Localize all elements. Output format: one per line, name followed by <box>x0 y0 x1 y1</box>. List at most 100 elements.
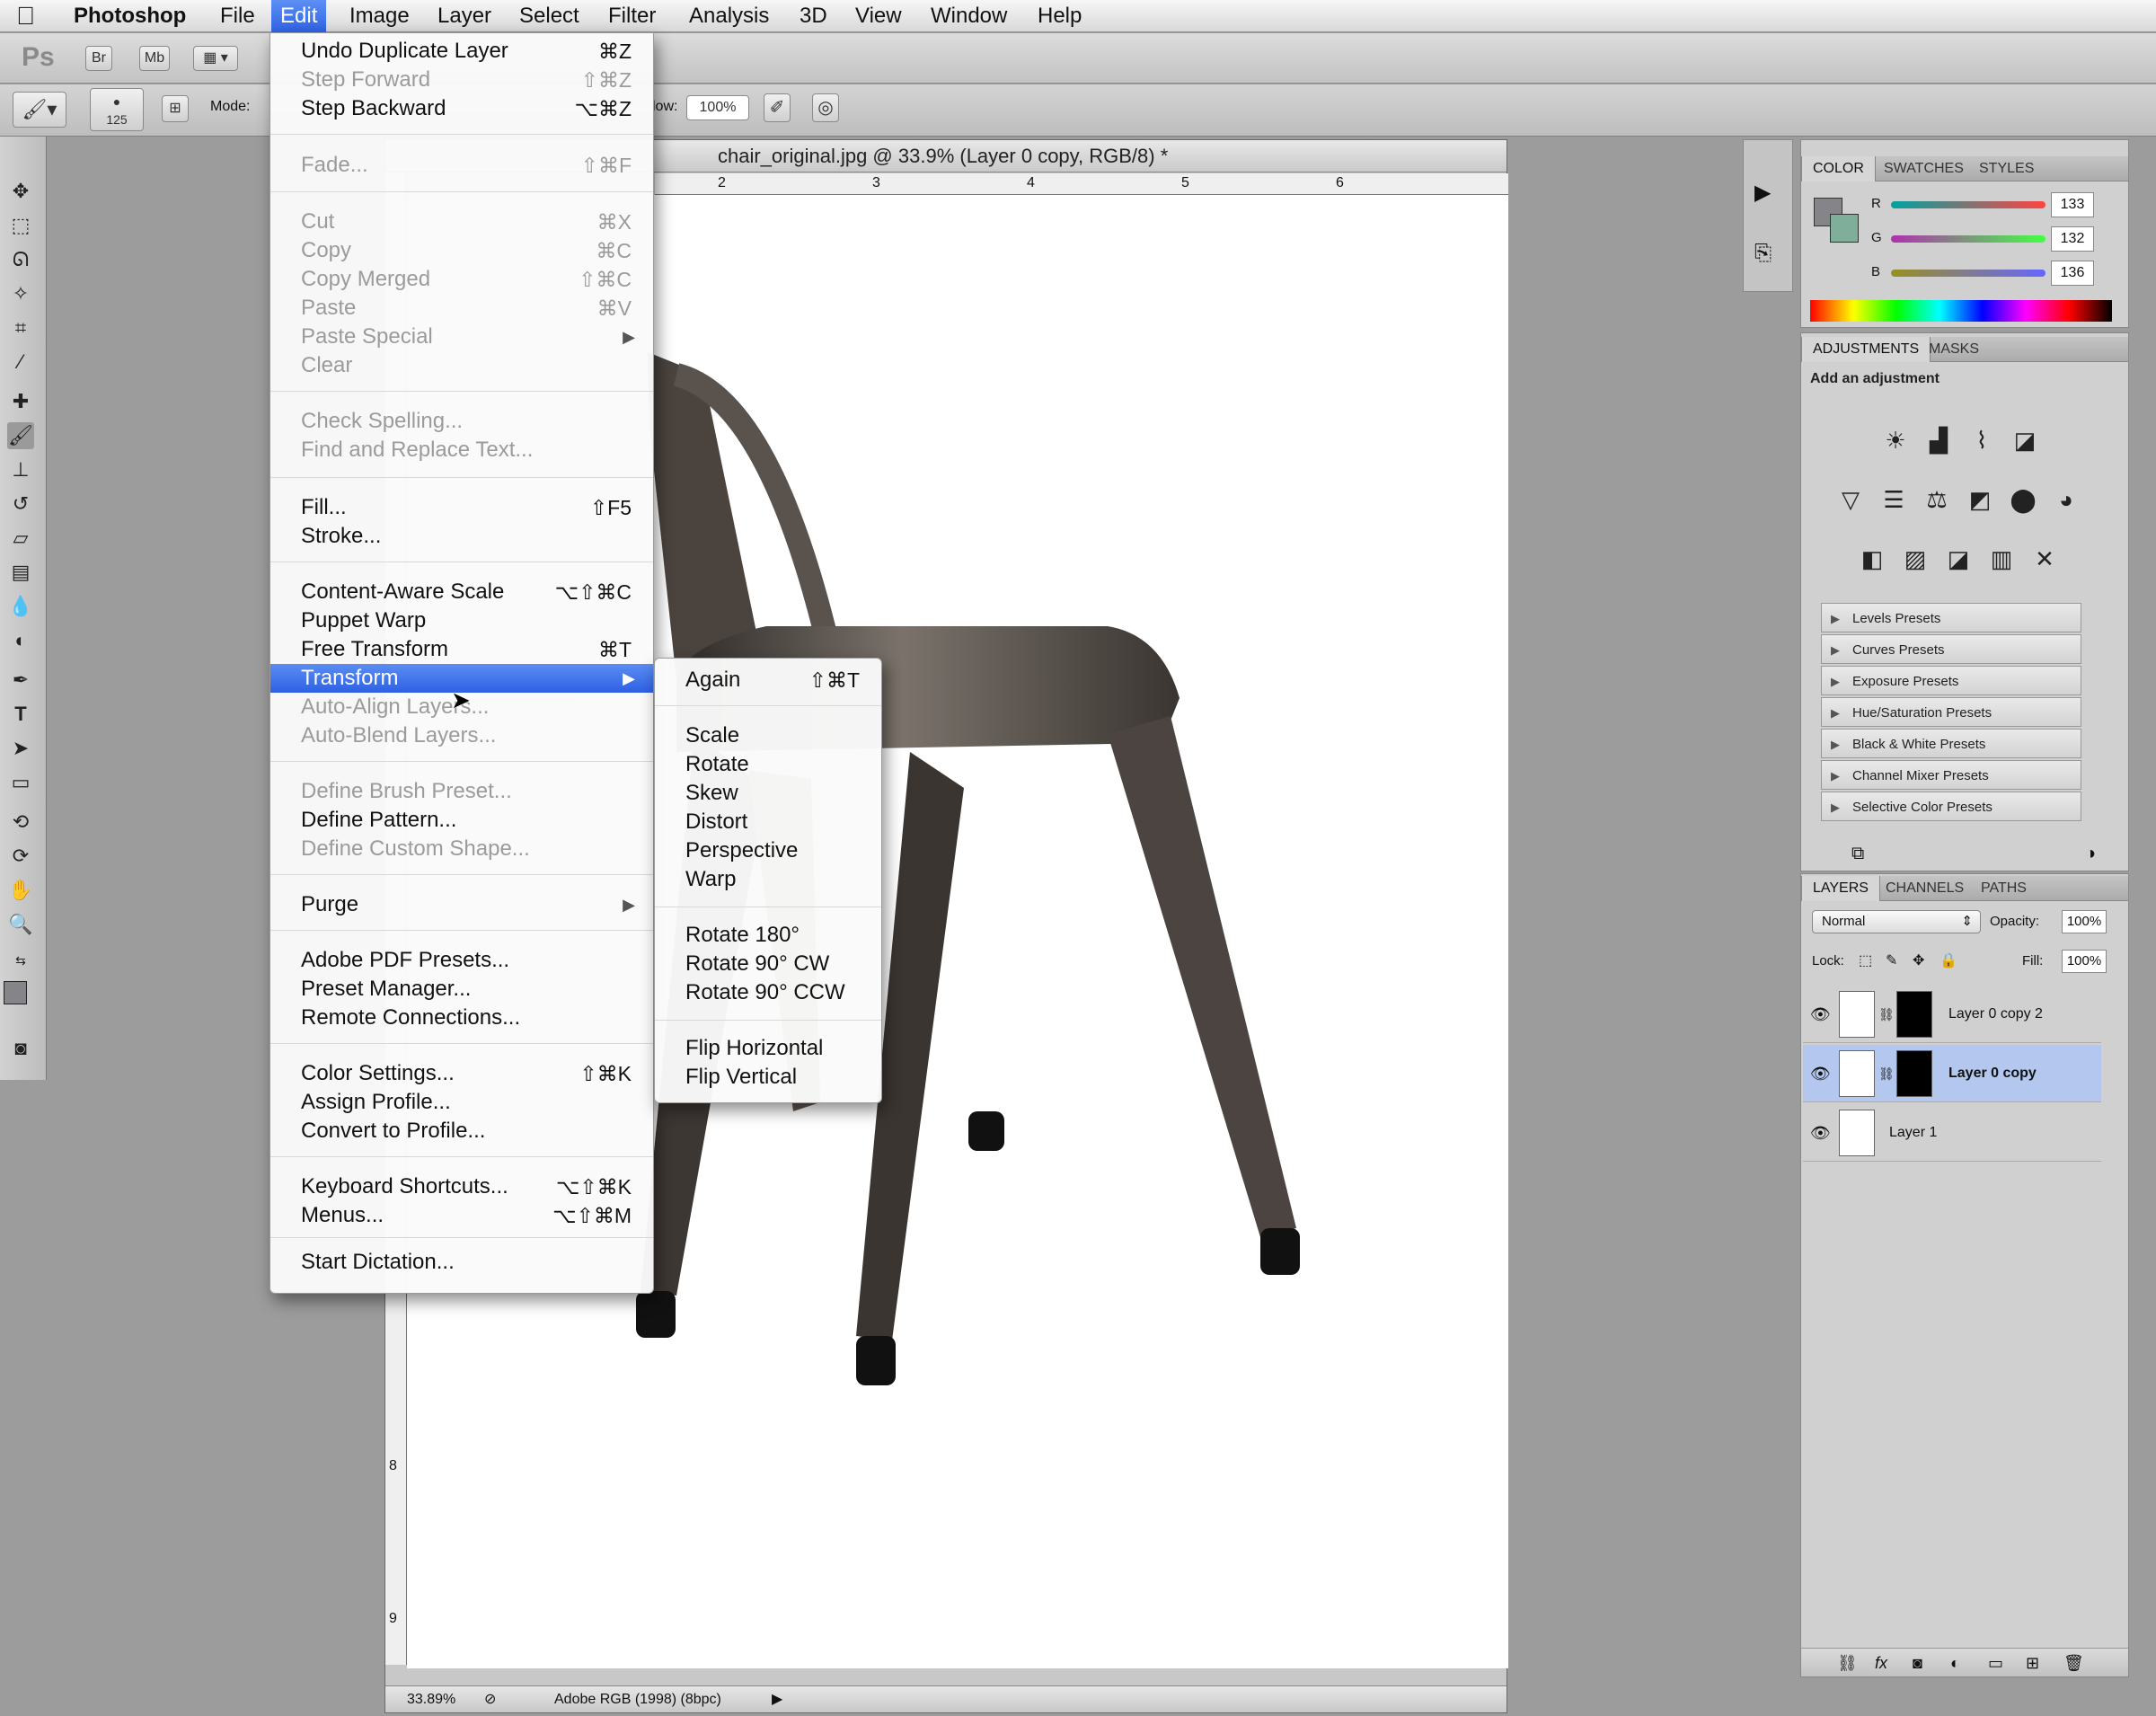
menu-item-rotate-180[interactable]: Rotate 180° <box>655 921 881 950</box>
status-info-icon[interactable]: ⊘ <box>484 1686 496 1713</box>
green-slider[interactable] <box>1891 235 2046 243</box>
threshold-icon[interactable]: ◪ <box>1941 542 1975 576</box>
link-icon[interactable]: ⛓ <box>1878 1045 1895 1102</box>
menu-item-keyboard-shortcuts[interactable]: Keyboard Shortcuts... ⌥⇧⌘K <box>270 1172 653 1201</box>
eyedropper-tool-icon[interactable]: ⁄ <box>7 349 34 376</box>
levels-icon[interactable]: ▟ <box>1922 423 1956 457</box>
menu-help[interactable]: Help <box>1029 0 1091 32</box>
layer-row-selected[interactable]: 👁 ⛓ Layer 0 copy <box>1803 1045 2101 1102</box>
vibrance-icon[interactable]: ▽ <box>1833 482 1868 517</box>
quick-mask-icon[interactable]: ◙ <box>7 1035 34 1062</box>
gradient-map-icon[interactable]: ▥ <box>1984 542 2019 576</box>
exposure-icon[interactable]: ◪ <box>2008 423 2042 457</box>
menu-item-perspective[interactable]: Perspective <box>655 836 881 865</box>
menu-item-fade[interactable]: Fade... ⇧⌘F <box>270 151 653 180</box>
posterize-icon[interactable]: ▨ <box>1898 542 1932 576</box>
foreground-color-swatch[interactable] <box>4 981 27 1004</box>
lock-pixels-icon[interactable]: ✎ <box>1886 951 1897 969</box>
arrange-documents-icon[interactable]: ▦ ▾ <box>193 46 238 71</box>
tab-layers[interactable]: LAYERS <box>1801 876 1880 901</box>
blend-mode-select[interactable]: Normal ⇕ <box>1812 910 1981 933</box>
eraser-tool-icon[interactable]: ▱ <box>7 525 34 552</box>
menu-select[interactable]: Select <box>510 0 588 32</box>
visibility-eye-icon[interactable]: 👁 <box>1810 1045 1831 1102</box>
photo-filter-icon[interactable]: ⬤ <box>2006 482 2040 517</box>
menu-item-auto-blend[interactable]: Auto-Blend Layers... <box>270 721 653 750</box>
zoom-level[interactable]: 33.89% <box>407 1686 455 1713</box>
new-layer-icon[interactable]: ⊞ <box>2026 1649 2039 1677</box>
preset-item[interactable]: Channel Mixer Presets <box>1821 760 2081 791</box>
menu-item-assign-profile[interactable]: Assign Profile... <box>270 1088 653 1117</box>
menu-item-convert-profile[interactable]: Convert to Profile... <box>270 1117 653 1145</box>
menu-item-cut[interactable]: Cut ⌘X <box>270 208 653 236</box>
menu-item-clear[interactable]: Clear <box>270 351 653 380</box>
menu-window[interactable]: Window <box>922 0 1016 32</box>
menu-item-preset-manager[interactable]: Preset Manager... <box>270 975 653 1004</box>
background-color-swatch[interactable] <box>1830 214 1859 243</box>
menu-item-copy[interactable]: Copy ⌘C <box>270 236 653 265</box>
lock-transparent-icon[interactable]: ⬚ <box>1859 951 1872 969</box>
lock-all-icon[interactable]: 🔒 <box>1940 951 1957 969</box>
layer-name[interactable]: Layer 0 copy 2 <box>1948 986 2043 1043</box>
tab-styles[interactable]: STYLES <box>1968 156 2045 181</box>
actions-panel-icon[interactable]: ▶ <box>1754 180 1771 206</box>
pen-tool-icon[interactable]: ✒ <box>7 667 34 694</box>
blue-value[interactable]: 136 <box>2051 261 2094 286</box>
hue-saturation-icon[interactable]: ☰ <box>1877 482 1911 517</box>
healing-brush-tool-icon[interactable]: ✚ <box>7 388 34 415</box>
menu-filter[interactable]: Filter <box>599 0 665 32</box>
menu-item-flip-horizontal[interactable]: Flip Horizontal <box>655 1034 881 1063</box>
layer-mask-thumbnail[interactable] <box>1896 1050 1932 1097</box>
channel-mixer-icon[interactable]: ◕ <box>2049 482 2083 517</box>
tab-swatches[interactable]: SWATCHES <box>1873 156 1975 181</box>
visibility-eye-icon[interactable]: 👁 <box>1810 986 1831 1043</box>
menu-item-content-aware-scale[interactable]: Content-Aware Scale ⌥⇧⌘C <box>270 578 653 606</box>
menu-item-fill[interactable]: Fill... ⇧F5 <box>270 493 653 522</box>
apple-icon[interactable]:  <box>16 2 35 31</box>
menu-item-step-forward[interactable]: Step Forward ⇧⌘Z <box>270 66 653 94</box>
menu-file[interactable]: File <box>211 0 264 32</box>
menu-item-define-brush[interactable]: Define Brush Preset... <box>270 777 653 806</box>
link-layers-icon[interactable]: ⛓ <box>1837 1649 1858 1677</box>
preset-item[interactable]: Curves Presets <box>1821 634 2081 665</box>
fill-input[interactable]: 100% <box>2062 950 2107 973</box>
preset-item[interactable]: Hue/Saturation Presets <box>1821 697 2081 728</box>
history-brush-tool-icon[interactable]: ↺ <box>7 491 34 517</box>
path-selection-tool-icon[interactable]: ➤ <box>7 735 34 762</box>
tab-paths[interactable]: PATHS <box>1970 876 2037 901</box>
red-slider[interactable] <box>1891 201 2046 208</box>
delete-layer-icon[interactable]: 🗑 <box>2063 1649 2084 1677</box>
brightness-contrast-icon[interactable]: ☀ <box>1878 423 1913 457</box>
bridge-button[interactable]: Br <box>85 46 112 71</box>
menu-item-rotate[interactable]: Rotate <box>655 750 881 779</box>
menu-item-find-replace[interactable]: Find and Replace Text... <box>270 436 653 464</box>
layer-name[interactable]: Layer 0 copy <box>1948 1045 2037 1102</box>
opacity-input[interactable]: 100% <box>2062 910 2107 933</box>
menu-item-skew[interactable]: Skew <box>655 779 881 808</box>
clip-to-layer-icon[interactable]: ⧉ <box>1851 844 1864 864</box>
brush-size-picker[interactable]: ● 125 <box>90 88 144 131</box>
menu-item-again[interactable]: Again ⇧⌘T <box>655 666 881 694</box>
blue-slider[interactable] <box>1891 270 2046 277</box>
tab-masks[interactable]: MASKS <box>1918 337 1990 362</box>
link-icon[interactable]: ⛓ <box>1878 986 1895 1043</box>
menu-item-undo[interactable]: Undo Duplicate Layer ⌘Z <box>270 37 653 66</box>
menu-view[interactable]: View <box>846 0 911 32</box>
green-value[interactable]: 132 <box>2051 226 2094 252</box>
menu-item-check-spelling[interactable]: Check Spelling... <box>270 407 653 436</box>
menu-item-paste[interactable]: Paste ⌘V <box>270 294 653 323</box>
black-white-icon[interactable]: ◩ <box>1963 482 1997 517</box>
zoom-tool-icon[interactable]: 🔍 <box>7 911 34 938</box>
visibility-eye-icon[interactable]: 👁 <box>1810 1104 1831 1162</box>
layer-style-icon[interactable]: fx <box>1875 1649 1887 1677</box>
invert-icon[interactable]: ◧ <box>1855 542 1889 576</box>
menu-item-purge[interactable]: Purge ▶ <box>270 890 653 919</box>
hand-tool-icon[interactable]: ✋ <box>7 877 34 904</box>
menu-item-puppet-warp[interactable]: Puppet Warp <box>270 606 653 635</box>
tablet-pressure-icon[interactable]: ◎ <box>812 93 839 122</box>
quick-selection-tool-icon[interactable]: ✧ <box>7 280 34 307</box>
menu-layer[interactable]: Layer <box>429 0 500 32</box>
brush-tool-icon[interactable]: 🖌 <box>7 422 34 449</box>
layer-row[interactable]: 👁 Layer 1 <box>1803 1104 2101 1162</box>
menu-item-define-pattern[interactable]: Define Pattern... <box>270 806 653 835</box>
